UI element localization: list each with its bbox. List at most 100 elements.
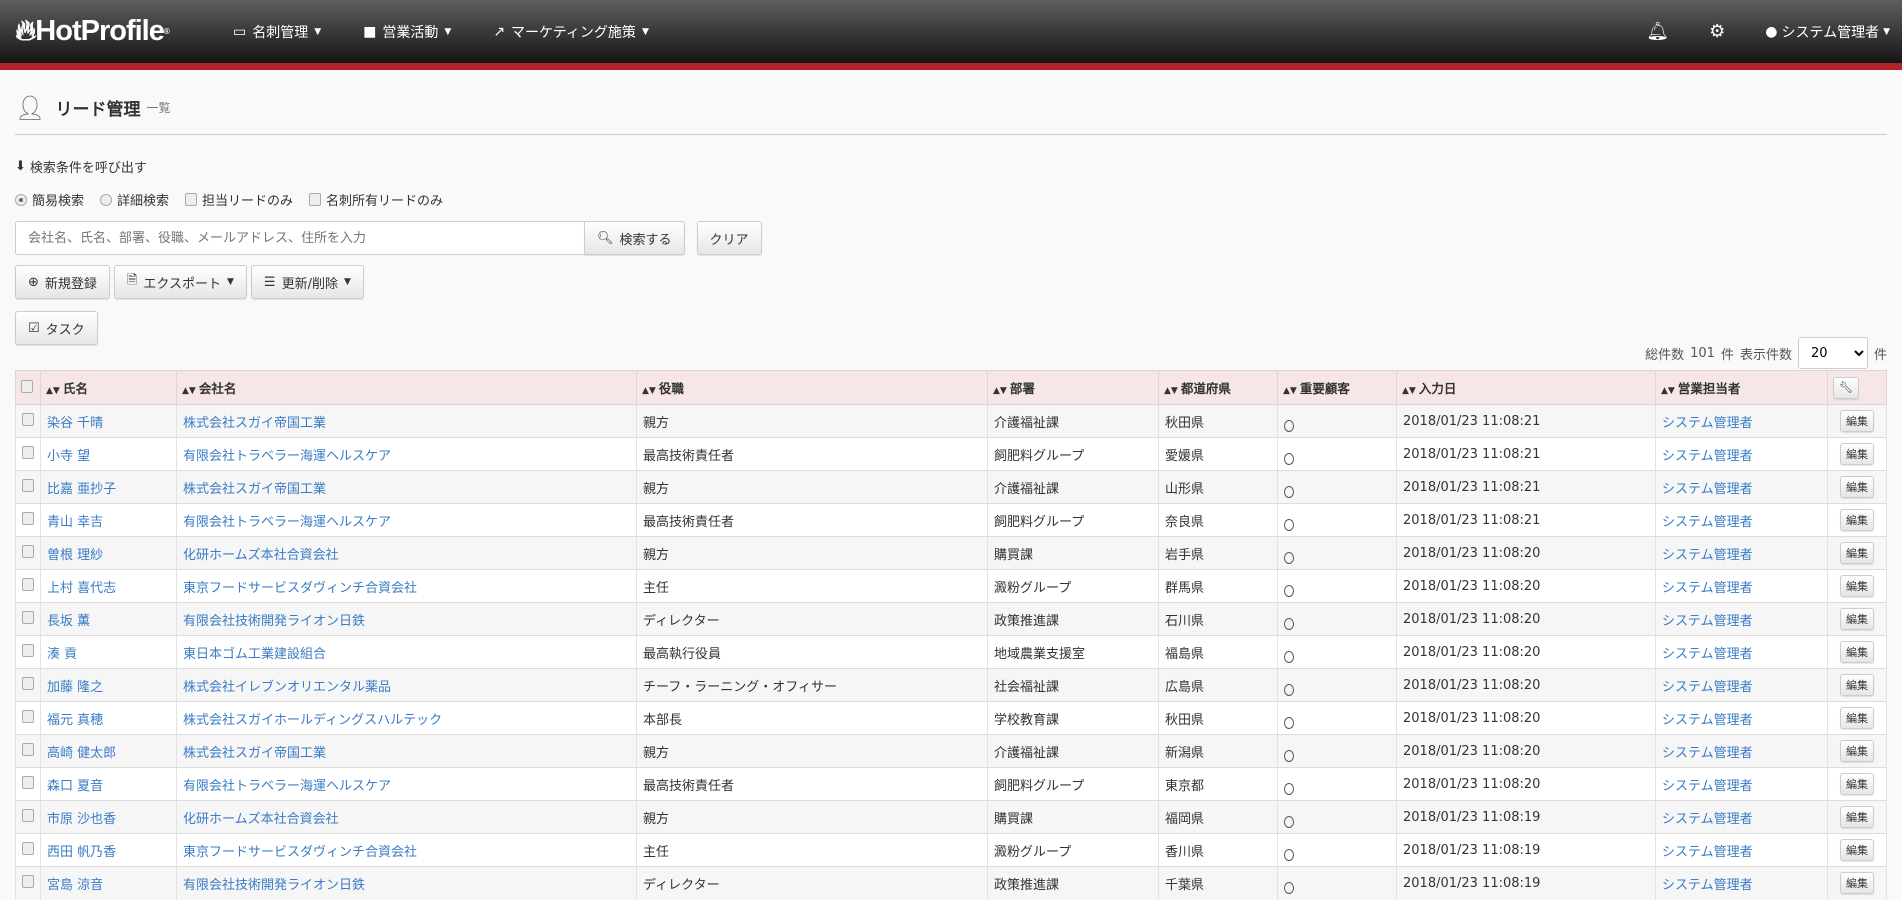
edit-button[interactable]: 編集	[1840, 575, 1874, 597]
edit-button[interactable]: 編集	[1840, 773, 1874, 795]
cell-link[interactable]: 化研ホームズ本社合資会社	[183, 812, 339, 827]
cell-link[interactable]: 高崎 健太郎	[47, 746, 116, 761]
gear-icon[interactable]: ⚙	[1709, 21, 1725, 42]
cell-link[interactable]: システム管理者	[1662, 845, 1753, 860]
row-checkbox[interactable]	[15, 404, 41, 438]
row-checkbox[interactable]	[15, 701, 41, 735]
row-checkbox[interactable]	[15, 503, 41, 537]
nav-meishi[interactable]: ▭ 名刺管理 ▼	[233, 22, 321, 42]
nav-sales[interactable]: ■ 営業活動 ▼	[363, 22, 451, 42]
column-header[interactable]: ▲▼ 入力日	[1396, 370, 1656, 405]
recall-search-link[interactable]: ⬇ 検索条件を呼び出す	[15, 157, 1902, 176]
column-header[interactable]: ▲▼ 役職	[636, 370, 988, 405]
cell-link[interactable]: システム管理者	[1662, 647, 1753, 662]
cell-link[interactable]: 東京フードサービスダヴィンチ合資会社	[183, 845, 417, 860]
cell-link[interactable]: 加藤 隆之	[47, 680, 103, 695]
cell-link[interactable]: 宮島 涼音	[47, 878, 103, 893]
row-checkbox[interactable]	[15, 569, 41, 603]
checkbox-card-owner-only[interactable]: 名刺所有リードのみ	[309, 190, 443, 209]
edit-button[interactable]: 編集	[1840, 443, 1874, 465]
edit-button[interactable]: 編集	[1840, 476, 1874, 498]
radio-simple-search[interactable]: 簡易検索	[15, 190, 84, 209]
cell-link[interactable]: システム管理者	[1662, 515, 1753, 530]
checkbox-assigned-only[interactable]: 担当リードのみ	[185, 190, 293, 209]
cell-link[interactable]: 上村 喜代志	[47, 581, 116, 596]
row-checkbox[interactable]	[15, 833, 41, 867]
new-button[interactable]: ⊕ 新規登録	[15, 265, 110, 299]
row-checkbox[interactable]	[15, 602, 41, 636]
cell-link[interactable]: 青山 幸吉	[47, 515, 103, 530]
cell-link[interactable]: 株式会社スガイ帝国工業	[183, 416, 326, 431]
search-input[interactable]	[15, 221, 585, 255]
row-checkbox[interactable]	[15, 536, 41, 570]
cell-link[interactable]: システム管理者	[1662, 878, 1753, 893]
cell-link[interactable]: 長坂 薫	[47, 614, 90, 629]
cell-link[interactable]: システム管理者	[1662, 779, 1753, 794]
column-header[interactable]: ▲▼ 重要顧客	[1277, 370, 1397, 405]
nav-marketing[interactable]: ↗ マーケティング施策 ▼	[493, 22, 649, 42]
cell-link[interactable]: 東京フードサービスダヴィンチ合資会社	[183, 581, 417, 596]
cell-link[interactable]: 東日本ゴム工業建設組合	[183, 647, 326, 662]
clear-button[interactable]: クリア	[696, 221, 762, 255]
cell-link[interactable]: 有限会社トラベラー海運ヘルスケア	[183, 449, 391, 464]
cell-link[interactable]: システム管理者	[1662, 449, 1753, 464]
cell-link[interactable]: 染谷 千晴	[47, 416, 103, 431]
export-button[interactable]: 🗎 エクスポート ▼	[113, 265, 247, 299]
cell-link[interactable]: 市原 沙也香	[47, 812, 116, 827]
edit-button[interactable]: 編集	[1840, 641, 1874, 663]
per-page-select[interactable]: 20	[1797, 337, 1868, 369]
cell-link[interactable]: システム管理者	[1662, 713, 1753, 728]
row-checkbox[interactable]	[15, 470, 41, 504]
column-header[interactable]: ▲▼ 部署	[987, 370, 1159, 405]
row-checkbox[interactable]	[15, 767, 41, 801]
user-menu[interactable]: ● システム管理者 ▼	[1765, 22, 1890, 42]
wrench-button[interactable]: 🔧︎	[1833, 376, 1859, 399]
cell-link[interactable]: 比嘉 亜抄子	[47, 482, 116, 497]
column-header[interactable]: ▲▼ 営業担当者	[1655, 370, 1828, 405]
edit-button[interactable]: 編集	[1840, 806, 1874, 828]
edit-button[interactable]: 編集	[1840, 509, 1874, 531]
column-header[interactable]: ▲▼ 会社名	[176, 370, 637, 405]
cell-link[interactable]: 株式会社イレブンオリエンタル薬品	[183, 680, 391, 695]
search-button[interactable]: 🔍︎ 検索する	[584, 221, 685, 255]
cell-link[interactable]: 株式会社スガイ帝国工業	[183, 482, 326, 497]
edit-button[interactable]: 編集	[1840, 410, 1874, 432]
cell-link[interactable]: 有限会社技術開発ライオン日鉄	[183, 614, 365, 629]
select-all-checkbox[interactable]	[15, 370, 41, 405]
row-checkbox[interactable]	[15, 668, 41, 702]
cell-link[interactable]: 曽根 理紗	[47, 548, 103, 563]
edit-button[interactable]: 編集	[1840, 608, 1874, 630]
cell-link[interactable]: システム管理者	[1662, 581, 1753, 596]
cell-link[interactable]: 化研ホームズ本社合資会社	[183, 548, 339, 563]
edit-button[interactable]: 編集	[1840, 707, 1874, 729]
task-button[interactable]: ☑ タスク	[15, 311, 98, 345]
cell-link[interactable]: 福元 真穂	[47, 713, 103, 728]
cell-link[interactable]: システム管理者	[1662, 482, 1753, 497]
edit-button[interactable]: 編集	[1840, 542, 1874, 564]
edit-button[interactable]: 編集	[1840, 740, 1874, 762]
cell-link[interactable]: 小寺 望	[47, 449, 90, 464]
column-header[interactable]: ▲▼ 氏名	[40, 370, 177, 405]
row-checkbox[interactable]	[15, 866, 41, 900]
row-checkbox[interactable]	[15, 800, 41, 834]
edit-button[interactable]: 編集	[1840, 839, 1874, 861]
cell-link[interactable]: システム管理者	[1662, 680, 1753, 695]
row-checkbox[interactable]	[15, 635, 41, 669]
row-checkbox[interactable]	[15, 437, 41, 471]
cell-link[interactable]: システム管理者	[1662, 416, 1753, 431]
cell-link[interactable]: システム管理者	[1662, 746, 1753, 761]
edit-button[interactable]: 編集	[1840, 872, 1874, 895]
cell-link[interactable]: 湊 貢	[47, 647, 77, 662]
cell-link[interactable]: システム管理者	[1662, 812, 1753, 827]
cell-link[interactable]: 西田 帆乃香	[47, 845, 116, 860]
bell-icon[interactable]: 🔔︎	[1646, 21, 1669, 42]
update-delete-button[interactable]: ☰ 更新/削除 ▼	[250, 265, 364, 299]
cell-link[interactable]: 有限会社トラベラー海運ヘルスケア	[183, 515, 391, 530]
cell-link[interactable]: 有限会社トラベラー海運ヘルスケア	[183, 779, 391, 794]
row-checkbox[interactable]	[15, 734, 41, 768]
cell-link[interactable]: 森口 夏音	[47, 779, 103, 794]
column-header[interactable]: ▲▼ 都道府県	[1158, 370, 1278, 405]
edit-button[interactable]: 編集	[1840, 674, 1874, 696]
cell-link[interactable]: 株式会社スガイ帝国工業	[183, 746, 326, 761]
cell-link[interactable]: システム管理者	[1662, 548, 1753, 563]
